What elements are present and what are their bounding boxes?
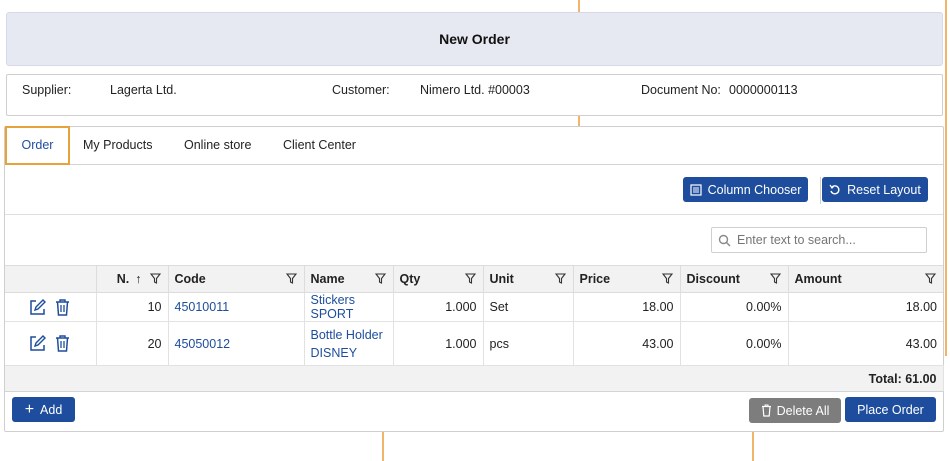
add-button[interactable]: + Add (12, 397, 75, 422)
grid-header-row: N. ↑ Code Name Qty Unit Price Discount Am… (5, 265, 943, 293)
search-icon (718, 234, 731, 246)
column-header-discount[interactable]: Discount (680, 265, 789, 293)
tab-client-center[interactable]: Client Center (283, 127, 356, 164)
cell-price: 18.00 (573, 292, 681, 322)
background-line (578, 0, 580, 12)
cell-amount: 43.00 (788, 321, 943, 366)
trash-icon[interactable] (55, 298, 70, 316)
cell-code: 45050012 (168, 321, 305, 366)
background-line (945, 0, 947, 356)
cell-amount: 18.00 (788, 292, 943, 322)
tab-my-products[interactable]: My Products (83, 127, 152, 164)
trash-icon[interactable] (55, 335, 70, 352)
filter-icon[interactable] (661, 273, 673, 284)
search-input[interactable] (737, 233, 917, 247)
cell-discount: 0.00% (680, 321, 789, 366)
order-grid: N. ↑ Code Name Qty Unit Price Discount Am… (5, 265, 944, 392)
title-bar: New Order (6, 12, 943, 66)
footer-bar: + Add Delete All Place Order (5, 389, 943, 431)
filter-icon[interactable] (285, 273, 297, 284)
background-line (752, 432, 754, 461)
actions-header (5, 265, 97, 293)
cell-qty[interactable]: 1.000 (393, 292, 484, 322)
delete-all-button[interactable]: Delete All (749, 398, 841, 423)
place-order-button[interactable]: Place Order (845, 397, 936, 422)
column-header-unit[interactable]: Unit (483, 265, 574, 293)
column-header-price[interactable]: Price (573, 265, 681, 293)
table-row: 10 45010011 Stickers SPORT 1.000 Set 18.… (5, 292, 943, 322)
customer-label: Customer: (332, 83, 390, 97)
page-title: New Order (439, 31, 510, 47)
column-header-name[interactable]: Name (304, 265, 394, 293)
column-chooser-icon (689, 183, 702, 196)
background-line (382, 432, 384, 461)
tab-online-store[interactable]: Online store (184, 127, 251, 164)
toolbar-divider (820, 177, 821, 204)
filter-icon[interactable] (925, 273, 936, 284)
cell-n: 10 (96, 292, 169, 322)
document-no-label: Document No: (641, 83, 721, 97)
product-code-link[interactable]: 45010011 (175, 300, 230, 314)
supplier-value: Lagerta Ltd. (110, 83, 177, 97)
total-row: Total: 61.00 (5, 365, 944, 392)
row-actions (5, 292, 97, 322)
supplier-label: Supplier: (22, 83, 72, 97)
order-panel: Order My Products Online store Client Ce… (4, 126, 944, 432)
column-header-amount[interactable]: Amount (788, 265, 943, 293)
cell-price: 43.00 (573, 321, 681, 366)
cell-unit: Set (483, 292, 574, 322)
tab-bar: Order My Products Online store Client Ce… (5, 126, 943, 165)
edit-icon[interactable] (29, 335, 46, 352)
document-no-value: 0000000113 (729, 83, 798, 97)
order-total: Total: 61.00 (5, 365, 944, 392)
cell-name: Stickers SPORT (304, 292, 394, 322)
product-name-link[interactable]: Bottle Holder DISNEY (311, 328, 383, 360)
reset-layout-button[interactable]: Reset Layout (822, 177, 928, 202)
column-chooser-button[interactable]: Column Chooser (683, 177, 808, 202)
column-header-qty[interactable]: Qty (393, 265, 484, 293)
search-box[interactable] (711, 227, 927, 253)
cell-unit: pcs (483, 321, 574, 366)
filter-icon[interactable] (149, 273, 161, 284)
cell-code: 45010011 (168, 292, 305, 322)
column-header-n[interactable]: N. ↑ (96, 265, 169, 293)
cell-qty[interactable]: 1.000 (393, 321, 484, 366)
filter-icon[interactable] (464, 273, 476, 284)
table-row: 20 45050012 Bottle Holder DISNEY 1.000 pc… (5, 321, 943, 366)
cell-name: Bottle Holder DISNEY (304, 321, 394, 366)
tab-order[interactable]: Order (5, 126, 70, 165)
background-line (578, 116, 580, 126)
sort-ascending-icon[interactable]: ↑ (135, 272, 141, 286)
filter-icon[interactable] (374, 273, 386, 284)
order-info-bar: Supplier: Lagerta Ltd. Customer: Nimero … (6, 74, 943, 116)
reset-icon (829, 184, 840, 195)
filter-icon[interactable] (554, 273, 566, 284)
product-code-link[interactable]: 45050012 (175, 337, 231, 351)
plus-icon: + (24, 400, 35, 418)
column-header-code[interactable]: Code (168, 265, 305, 293)
cell-discount: 0.00% (680, 292, 789, 322)
trash-icon (761, 404, 771, 417)
row-actions (5, 321, 97, 366)
product-name-link[interactable]: Stickers SPORT (311, 293, 355, 321)
filter-icon[interactable] (769, 273, 781, 284)
customer-value: Nimero Ltd. #00003 (420, 83, 530, 97)
cell-n: 20 (96, 321, 169, 366)
edit-icon[interactable] (29, 298, 46, 316)
